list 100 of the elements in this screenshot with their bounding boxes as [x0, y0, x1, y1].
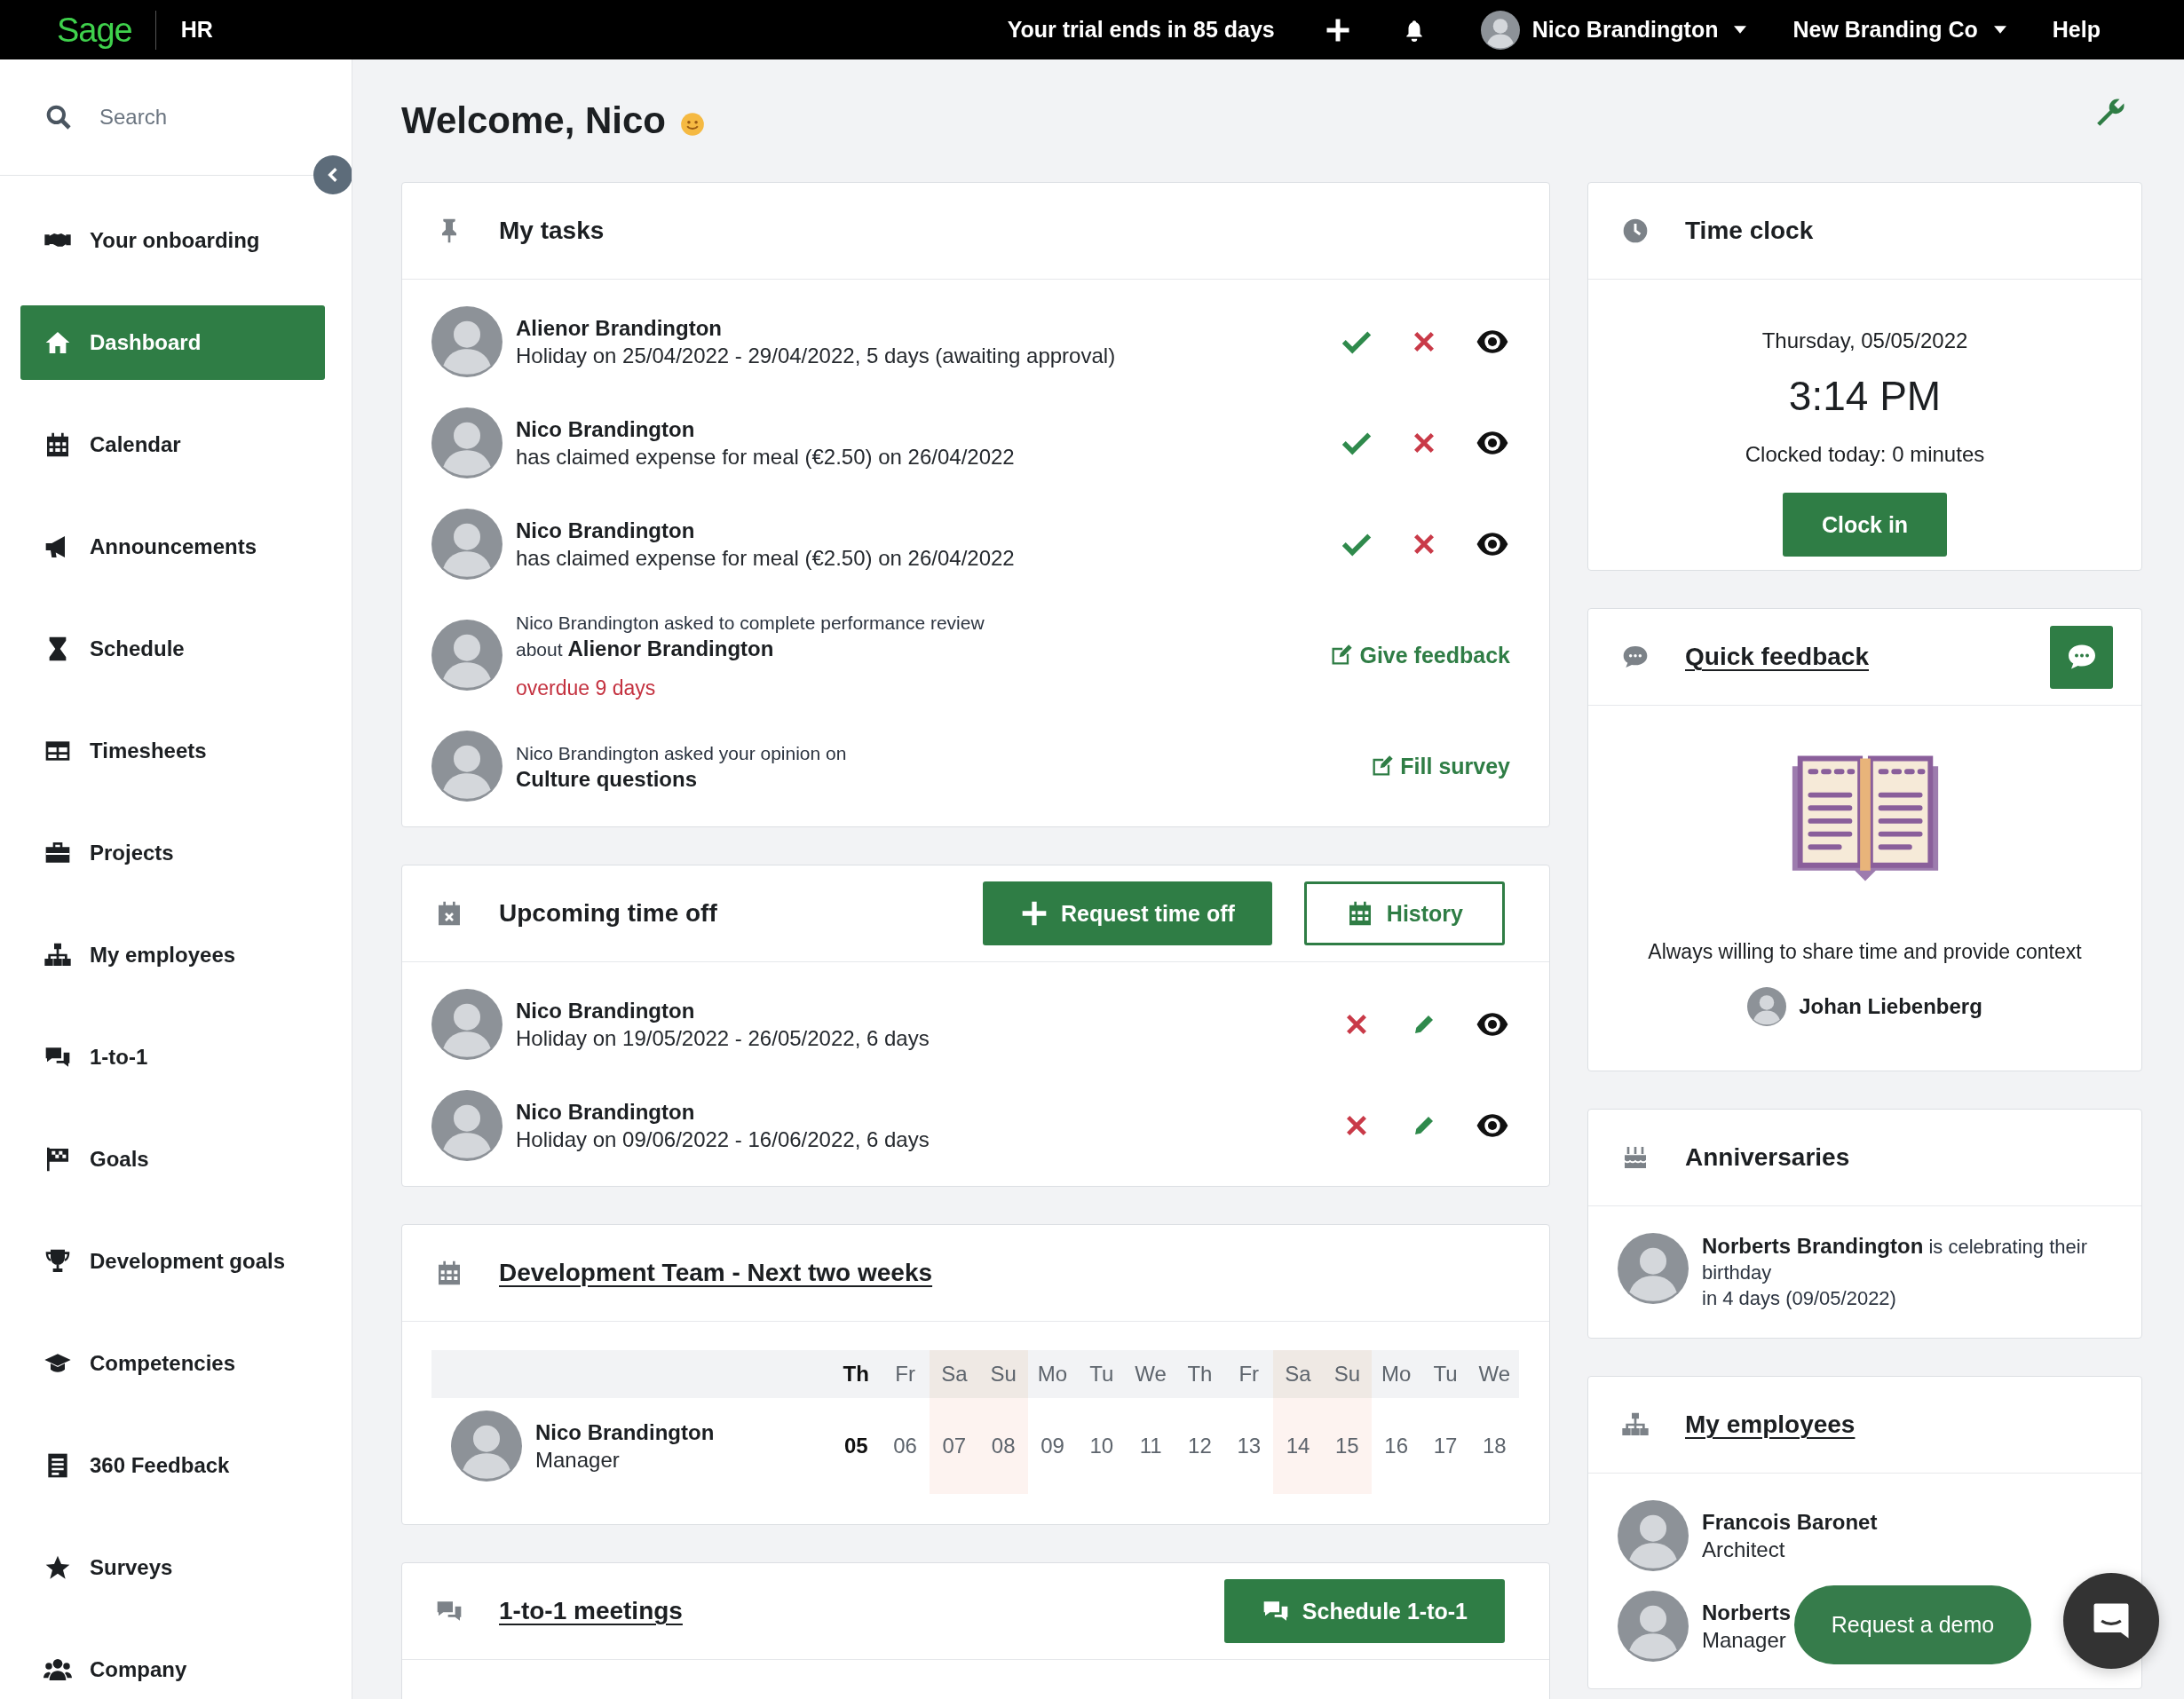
card-title: My tasks [499, 217, 605, 245]
plus-icon [1020, 899, 1048, 928]
card-title-link[interactable]: Development Team - Next two weeks [499, 1259, 933, 1287]
task-detail: Holiday on 25/04/2022 - 29/04/2022, 5 days (awaiting approval) [516, 342, 1117, 369]
date-cell-text: 13 [1236, 1433, 1262, 1459]
give-feedback-link[interactable]: Give feedback [1329, 642, 1510, 668]
employee-role: Architect [1702, 1536, 1785, 1563]
request-time-off-button[interactable]: Request time off [983, 881, 1272, 945]
card-title-link[interactable]: My employees [1685, 1411, 1856, 1439]
day-label: Su [978, 1350, 1028, 1398]
day-label: Th [1186, 1361, 1214, 1387]
avatar [1747, 987, 1787, 1026]
day-label: Su [1322, 1350, 1372, 1398]
feedback-button[interactable] [2050, 625, 2113, 689]
sidebar-item[interactable]: Dashboard [20, 305, 325, 380]
date-cell: 08 [978, 1398, 1028, 1494]
sidebar-item[interactable]: Surveys [20, 1530, 325, 1605]
clock-time: 3:14 PM [1788, 372, 1942, 420]
author-name: Johan Liebenberg [1799, 993, 1982, 1020]
person-name: Nico Brandington [516, 517, 696, 544]
date-cell-text: 11 [1138, 1433, 1163, 1459]
day-label: Fr [894, 1361, 916, 1387]
feedback-message: Always willing to share time and provide context [1648, 940, 2082, 964]
time-off-detail: Holiday on 19/05/2022 - 26/05/2022, 6 days [516, 1024, 930, 1052]
day-label: We [1477, 1361, 1512, 1387]
sidebar-item[interactable]: Development goals [20, 1224, 325, 1299]
schedule-button[interactable]: Schedule 1-to-1 [1223, 1579, 1505, 1643]
date-cell-text: 05 [843, 1433, 869, 1459]
caret-icon [1734, 26, 1747, 34]
date-cell-text: 12 [1187, 1433, 1213, 1459]
day-label: Fr [1238, 1361, 1261, 1387]
date-cell: 15 [1322, 1398, 1372, 1494]
trial-notice: Your trial ends in 85 days [1007, 17, 1275, 43]
search-field[interactable]: Search [98, 104, 332, 130]
survey-title: Culture questions [516, 765, 698, 793]
day-label: Th [842, 1361, 870, 1387]
date-cell: 07 [930, 1398, 979, 1494]
card-title-link[interactable]: 1-to-1 meetings [499, 1597, 683, 1625]
task-request: Nico Brandington asked to complete performance review [516, 612, 985, 635]
anniversary-date: in 4 days (09/05/2022) [1702, 1286, 1897, 1311]
date-cell-text: 16 [1383, 1433, 1409, 1459]
caret-icon [1993, 26, 2006, 34]
date-cell-text: 10 [1088, 1433, 1115, 1459]
person-name: Alienor Brandington [516, 314, 723, 342]
person-name: Nico Brandington [516, 415, 696, 443]
sidebar-item[interactable]: Schedule [20, 612, 325, 686]
date-cell-text: 06 [892, 1433, 918, 1459]
day-label: Sa [1273, 1350, 1323, 1398]
sidebar-item[interactable]: Competencies [20, 1326, 325, 1401]
help-link[interactable]: Help [2052, 17, 2101, 43]
employee-role: Manager [1702, 1626, 1786, 1654]
sidebar-item[interactable]: Projects [20, 816, 325, 890]
sidebar-item[interactable]: 1-to-1 [20, 1020, 325, 1094]
card-title: Anniversaries [1685, 1143, 1850, 1172]
sidebar-item[interactable]: Goals [20, 1122, 325, 1197]
task-detail: has claimed expense for meal (€2.50) on 26/04/2022 [516, 544, 1016, 572]
company-menu[interactable]: New Branding Co [1792, 17, 2006, 43]
task-request: Nico Brandington asked your opinion on [516, 741, 848, 765]
day-label: Tu [1088, 1361, 1115, 1387]
search-icon [44, 103, 73, 131]
clock-date: Thursday, 05/05/2022 [1761, 328, 1968, 354]
overdue-label: overdue 9 days [516, 676, 657, 700]
task-detail: has claimed expense for meal (€2.50) on 26/04/2022 [516, 443, 1016, 470]
day-label: Sa [930, 1350, 979, 1398]
request-demo-button[interactable]: Request a demo [1794, 1585, 2031, 1664]
day-label: Tu [1432, 1361, 1459, 1387]
history-button[interactable]: History [1303, 881, 1505, 945]
task-subject: about Alienor Brandington [516, 636, 775, 662]
card-title: Time clock [1685, 217, 1814, 245]
date-cell: 14 [1273, 1398, 1323, 1494]
date-cell-text: 18 [1481, 1433, 1507, 1459]
sidebar-item[interactable]: Company [20, 1632, 325, 1699]
module-name: HR [180, 17, 213, 43]
avatar[interactable] [1480, 10, 1520, 50]
person-role: Manager [535, 1446, 621, 1474]
day-label: We [1134, 1361, 1167, 1387]
person-name: Nico Brandington [516, 1098, 696, 1126]
day-label: Mo [1381, 1361, 1412, 1387]
smiley-icon [680, 112, 705, 137]
logo[interactable]: Sage [57, 10, 156, 50]
card-title: Upcoming time off [499, 899, 717, 928]
user-menu[interactable]: Nico Brandington [1531, 17, 1747, 43]
chevron-left-icon [328, 167, 338, 183]
clock-icon [1621, 217, 1650, 245]
employee-name: Francois Baronet [1702, 1508, 1878, 1536]
card-title-link[interactable]: Quick feedback [1685, 643, 1869, 671]
clocked-today: Clocked today: 0 minutes [1745, 441, 1985, 468]
sidebar-item[interactable]: My employees [20, 918, 325, 992]
person-name: Nico Brandington [516, 997, 696, 1024]
sidebar-item[interactable]: 360 Feedback [20, 1428, 325, 1503]
sidebar-item[interactable]: Calendar [20, 407, 325, 482]
sidebar-item[interactable]: Announcements [20, 510, 325, 584]
date-cell-text: 09 [1040, 1433, 1065, 1459]
collapse-button[interactable] [313, 155, 352, 194]
sidebar-item[interactable]: Your onboarding [20, 203, 325, 278]
clock-in-button[interactable]: Clock in [1782, 493, 1948, 557]
fill-survey-link[interactable]: Fill survey [1370, 753, 1510, 779]
sidebar-item[interactable]: Timesheets [20, 714, 325, 788]
welcome-heading: Welcome, Nico [401, 99, 666, 142]
day-label: Mo [1036, 1361, 1069, 1387]
